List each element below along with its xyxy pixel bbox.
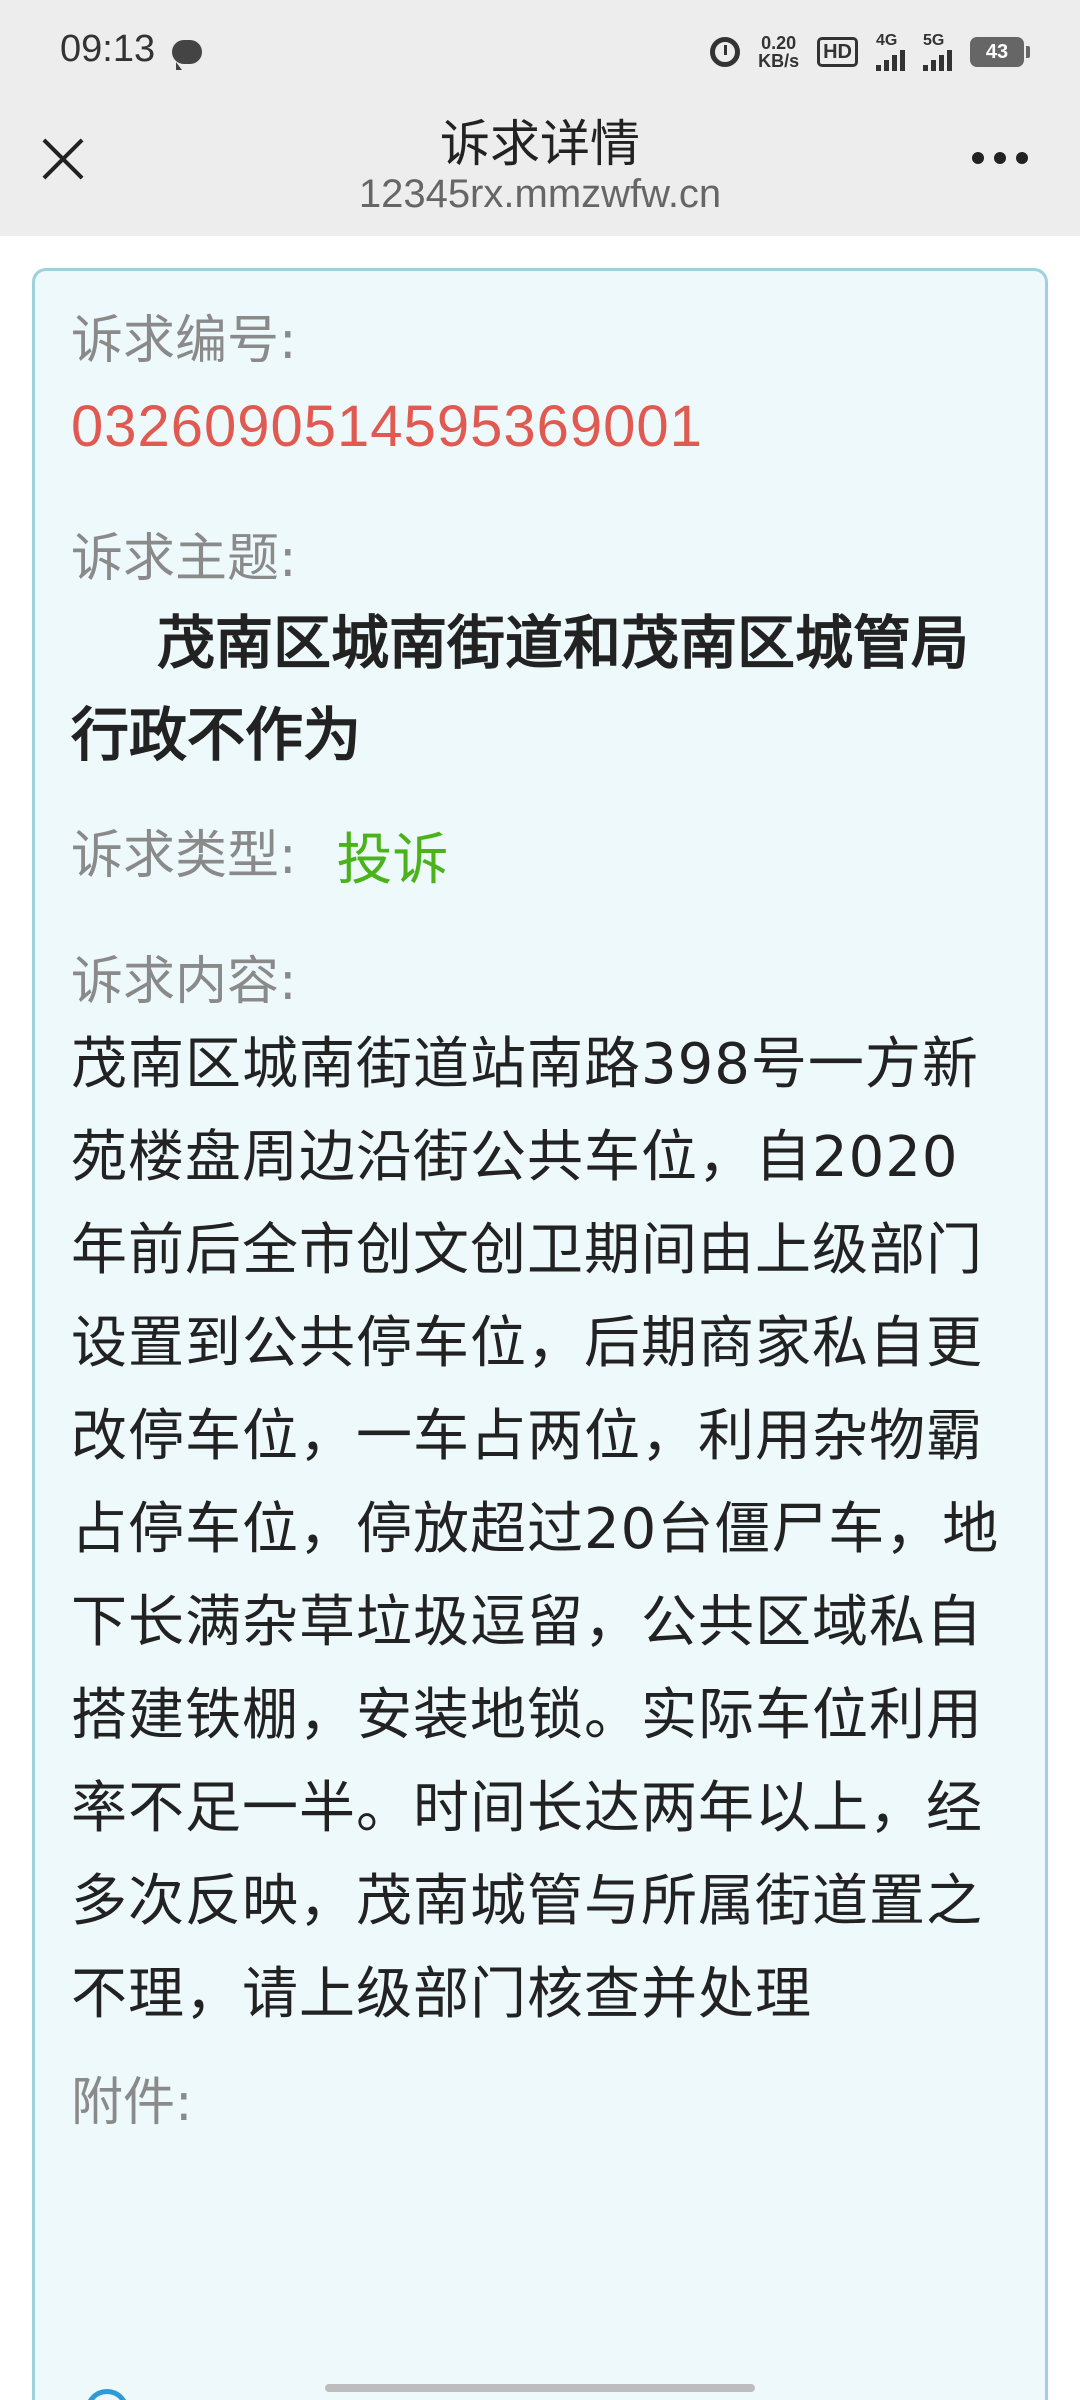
page-url: 12345rx.mmzwfw.cn [358, 172, 722, 216]
detail-card: 诉求编号: 0326090514595369001 诉求主题: 茂南区城南街道和… [32, 268, 1048, 2400]
home-indicator[interactable] [325, 2384, 755, 2392]
number-label: 诉求编号: [71, 311, 297, 371]
network-speed-unit: KB/s [758, 51, 800, 71]
subject-value: 茂南区城南街道和茂南区城管局行政不作为 [71, 609, 970, 769]
status-bar: 09:13 0.20 KB/s HD 4G 5G 43 [0, 0, 1080, 100]
signal-4g-label: 4G [876, 32, 898, 49]
battery-icon: 43 [970, 37, 1030, 67]
status-icons: 0.20 KB/s HD 4G 5G 43 [710, 30, 1030, 74]
number-value: 0326090514595369001 [71, 394, 703, 459]
battery-level: 43 [985, 40, 1009, 63]
signal-4g-bars [876, 49, 905, 71]
nav-bar: 诉求详情 12345rx.mmzwfw.cn [0, 100, 1080, 236]
network-speed: 0.20 KB/s [758, 34, 799, 70]
type-value: 投诉 [336, 828, 449, 893]
attachment-icon[interactable] [85, 2389, 129, 2400]
type-row: 诉求类型: 投诉 [71, 815, 1009, 896]
hd-icon: HD [817, 37, 858, 67]
signal-5g-label: 5G [923, 32, 945, 49]
page-title: 诉求详情 [440, 115, 640, 173]
signal-5g-bars [923, 49, 952, 71]
type-label: 诉求类型: [71, 825, 297, 886]
status-time: 09:13 [60, 28, 156, 70]
alarm-icon [710, 37, 741, 67]
content-label: 诉求内容: [71, 952, 297, 1012]
more-icon[interactable] [972, 152, 1028, 164]
message-icon [172, 40, 202, 70]
subject-label: 诉求主题: [71, 529, 297, 589]
content-value: 茂南区城南街道站南路398号一方新苑楼盘周边沿街公共车位，自2020年前后全市创… [71, 1032, 1000, 2027]
network-speed-value: 0.20 [761, 33, 797, 53]
signal-5g-icon: 5G [923, 33, 952, 71]
signal-4g-icon: 4G [876, 33, 905, 71]
attachment-label: 附件: [71, 2073, 193, 2133]
